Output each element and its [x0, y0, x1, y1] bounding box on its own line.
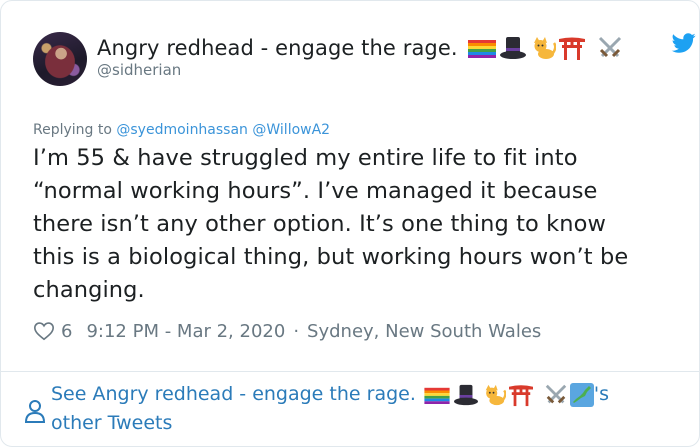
japan-map-icon [569, 382, 594, 407]
tweet-meta: 6 9:12 PM - Mar 2, 2020 · Sydney, New So… [33, 317, 541, 345]
replying-to-label: Replying to [33, 122, 112, 138]
embedded-tweet-card: Angry redhead - engage the rage. @sidher… [0, 0, 700, 447]
author-handle[interactable]: @sidherian [97, 61, 181, 79]
like-count[interactable]: 6 [61, 321, 72, 342]
top-hat-icon [499, 37, 526, 59]
tweet-line: I’m 55 & have struggled my entire life t… [33, 145, 578, 171]
see-other-tweets-possessive[interactable]: 's [594, 380, 609, 409]
cat-icon [533, 37, 556, 59]
tweet-timestamp[interactable]: 9:12 PM - Mar 2, 2020 [86, 321, 285, 342]
footer-name-emojis [424, 382, 594, 407]
replying-to: Replying to @syedmoinhassan @WillowA2 [33, 122, 330, 138]
tweet-line: there isn’t any other option. It’s one t… [33, 211, 607, 237]
author-name-emojis [467, 35, 624, 61]
crossed-swords-icon [545, 384, 567, 403]
avatar[interactable] [33, 32, 87, 86]
see-other-tweets-line-2[interactable]: other Tweets [51, 409, 671, 438]
cat-icon [485, 384, 506, 405]
rainbow-flag-icon [467, 40, 496, 58]
see-other-tweets-prefix[interactable]: See Angry redhead - engage the rage. [51, 380, 416, 409]
meta-separator: · [293, 320, 300, 342]
tweet-location[interactable]: Sydney, New South Wales [307, 321, 541, 342]
author-name-line[interactable]: Angry redhead - engage the rage. [97, 35, 624, 61]
rainbow-flag-icon [424, 387, 450, 404]
reply-mentions[interactable]: @syedmoinhassan @WillowA2 [116, 122, 330, 138]
author-name[interactable]: Angry redhead - engage the rage. [97, 36, 458, 60]
torii-gate-icon [508, 384, 533, 406]
torii-gate-icon [558, 37, 585, 60]
tweet-line: “normal working hours”. I’ve managed it … [33, 178, 598, 204]
see-other-tweets-link[interactable]: See Angry redhead - engage the rage. 's … [51, 380, 671, 438]
twitter-bird-icon[interactable] [671, 31, 697, 55]
tweet-line: changing. [33, 277, 145, 303]
tweet-text: I’m 55 & have struggled my entire life t… [33, 142, 683, 307]
person-icon [24, 400, 46, 423]
crossed-swords-icon [598, 36, 621, 58]
top-hat-icon [453, 384, 478, 405]
heart-icon[interactable] [33, 320, 55, 342]
tweet-line: this is a biological thing, but working … [33, 244, 629, 270]
divider [1, 371, 699, 372]
